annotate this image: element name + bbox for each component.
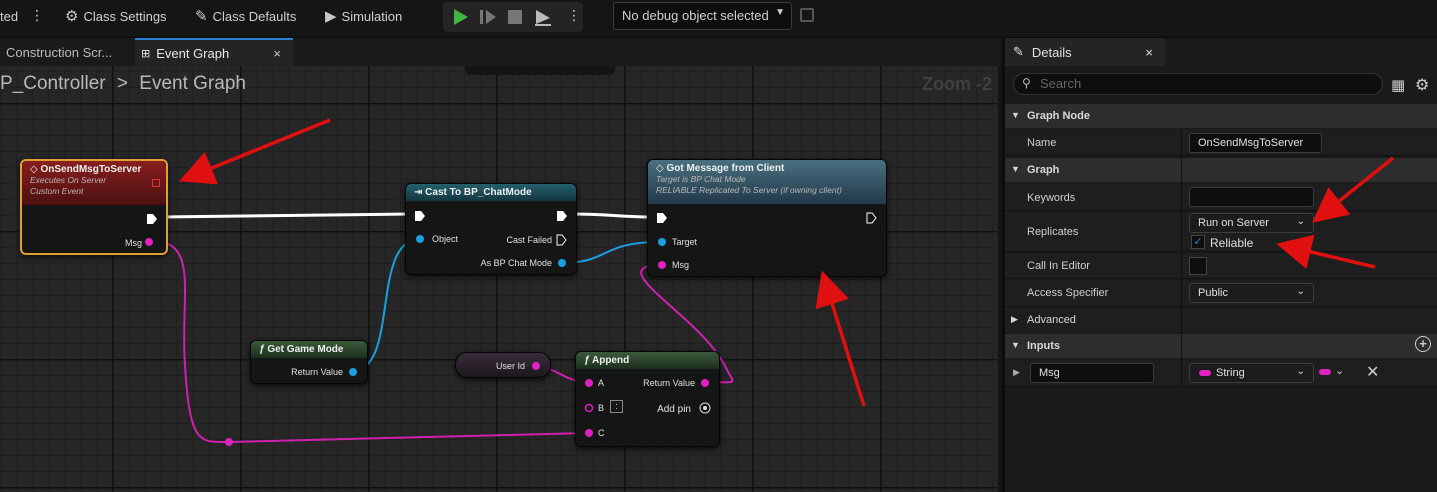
event-graph-canvas[interactable]: ⌃ P_Controller > Event Graph Zoom -2 ◇ O… xyxy=(0,66,998,492)
simulation-label: Simulation xyxy=(341,8,403,24)
class-defaults-label: Class Defaults xyxy=(212,8,297,24)
class-settings-label: Class Settings xyxy=(83,8,167,24)
annotation-arrow-reliable xyxy=(1276,234,1376,269)
more-options-icon[interactable]: ⋮ xyxy=(30,7,44,24)
annotation-arrows xyxy=(179,118,866,407)
chevron-down-icon: ▼ xyxy=(775,7,785,18)
graph-tab-bar: Construction Scr... ⊞ Event Graph × xyxy=(0,38,1000,66)
tab-construction-label: Construction Scr... xyxy=(6,44,113,60)
tab-close-icon[interactable]: × xyxy=(273,46,281,61)
debug-filter-icon[interactable] xyxy=(800,8,814,22)
debug-object-value: No debug object selected xyxy=(622,8,769,23)
annotation-arrow-replicates xyxy=(1312,156,1395,223)
tab-construction-script[interactable]: Construction Scr... xyxy=(0,38,132,66)
edit-icon: ✎ xyxy=(195,8,208,25)
simulation-button[interactable]: ▶ Simulation xyxy=(325,0,402,32)
step-icon[interactable] xyxy=(477,7,499,27)
tab-event-graph[interactable]: ⊞ Event Graph × xyxy=(135,38,293,66)
graph-icon: ⊞ xyxy=(141,47,151,60)
eject-icon[interactable] xyxy=(532,7,554,27)
play-options-icon[interactable]: ⋮ xyxy=(567,7,581,24)
play-controls: ⋮ xyxy=(443,2,583,32)
annotation-arrow-message xyxy=(815,270,866,407)
stop-icon[interactable] xyxy=(504,7,526,27)
toolbar-partial-label: ted xyxy=(0,8,19,24)
tab-event-graph-label: Event Graph xyxy=(156,45,230,61)
details-panel: ✎ Details × ⚲ Search ▦ ⚙ ▼ Graph Node Nam… xyxy=(1002,38,1437,492)
simulation-icon: ▶ xyxy=(325,8,337,25)
class-defaults-button[interactable]: ✎ Class Defaults xyxy=(195,0,296,32)
annotation-arrow-event xyxy=(179,118,331,185)
main-toolbar: ted ⋮ ⚙ Class Settings ✎ Class Defaults ▶ S… xyxy=(0,0,1437,38)
gear-icon: ⚙ xyxy=(65,8,79,25)
debug-object-select[interactable]: No debug object selected ▼ xyxy=(613,2,792,30)
play-icon[interactable] xyxy=(449,7,471,27)
details-annotation-arrows xyxy=(1276,156,1395,269)
class-settings-button[interactable]: ⚙ Class Settings xyxy=(65,0,167,32)
